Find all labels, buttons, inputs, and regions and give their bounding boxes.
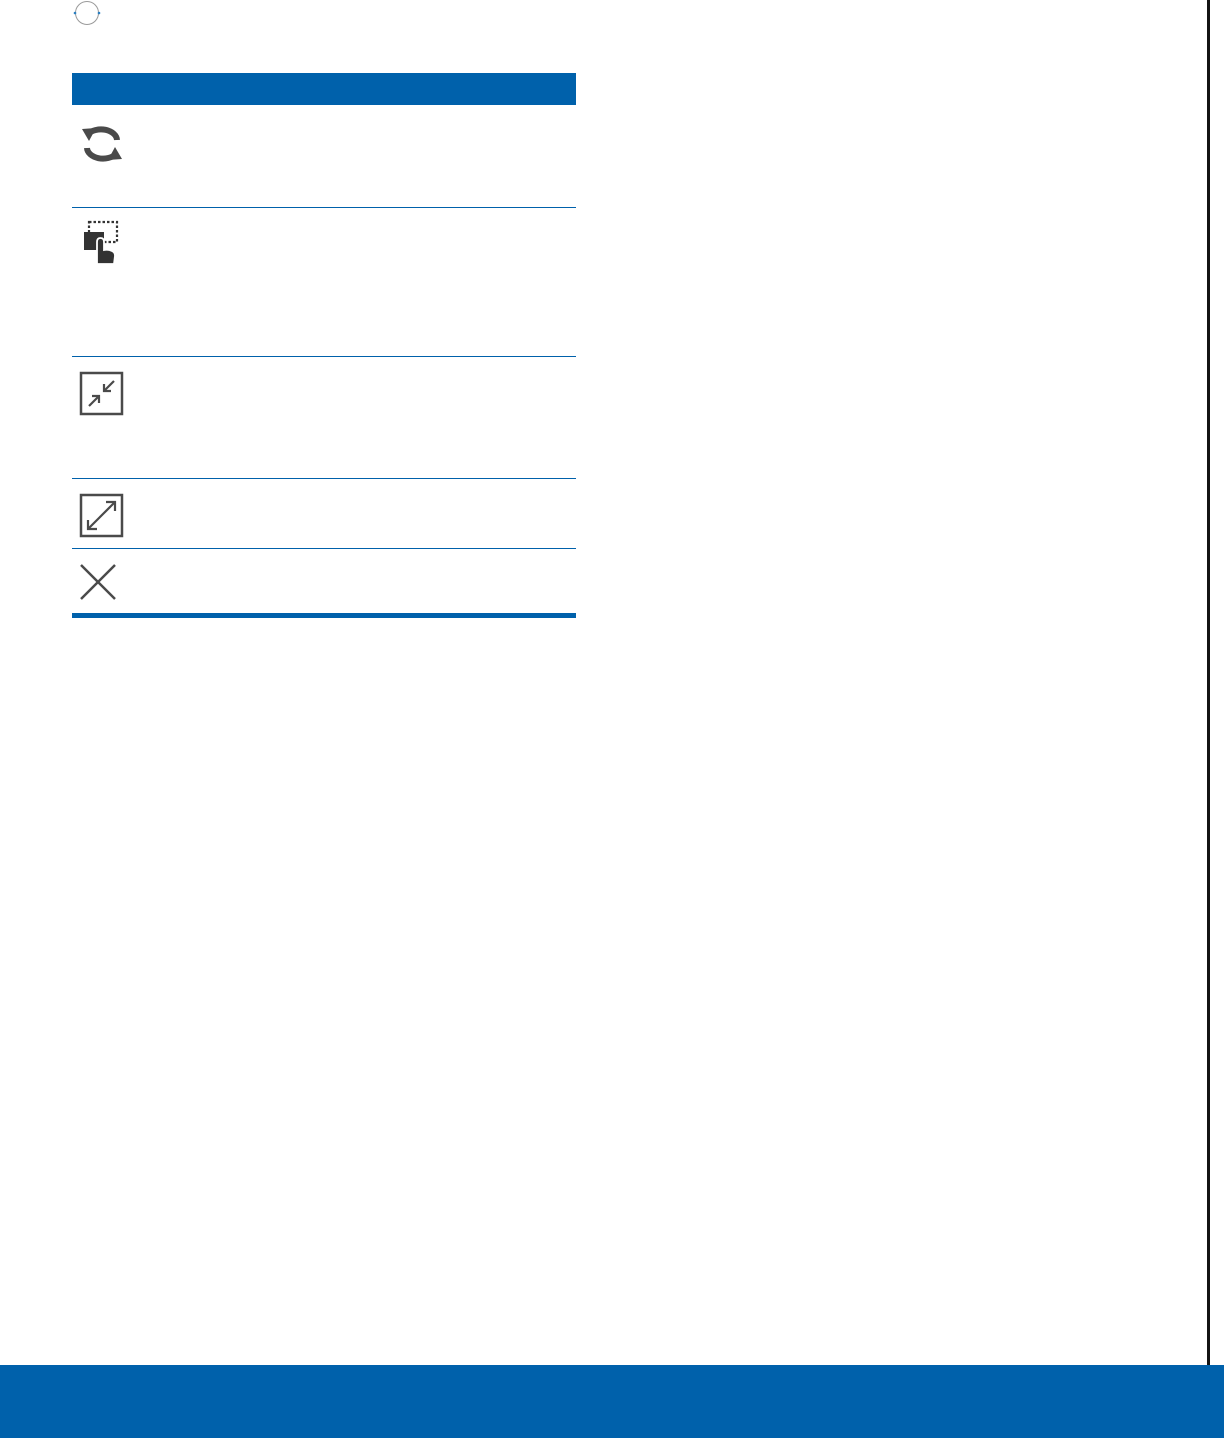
- table-row: [72, 549, 576, 613]
- close-icon: [80, 564, 116, 600]
- table-row: [72, 105, 576, 208]
- table-row: [72, 479, 576, 549]
- icon-table: [72, 73, 576, 618]
- page-marker-icon: [73, 1, 101, 25]
- minimize-window-icon: [79, 371, 124, 416]
- footer-bar: [0, 1365, 1224, 1438]
- swap-arrows-icon: [82, 126, 122, 162]
- maximize-window-icon: [79, 493, 124, 538]
- page-edge-line: [1207, 0, 1210, 1365]
- table-row: [72, 357, 576, 479]
- touch-select-icon: [84, 220, 119, 265]
- table-bottom-rule: [72, 613, 576, 618]
- table-row: [72, 208, 576, 357]
- table-header: [72, 73, 576, 105]
